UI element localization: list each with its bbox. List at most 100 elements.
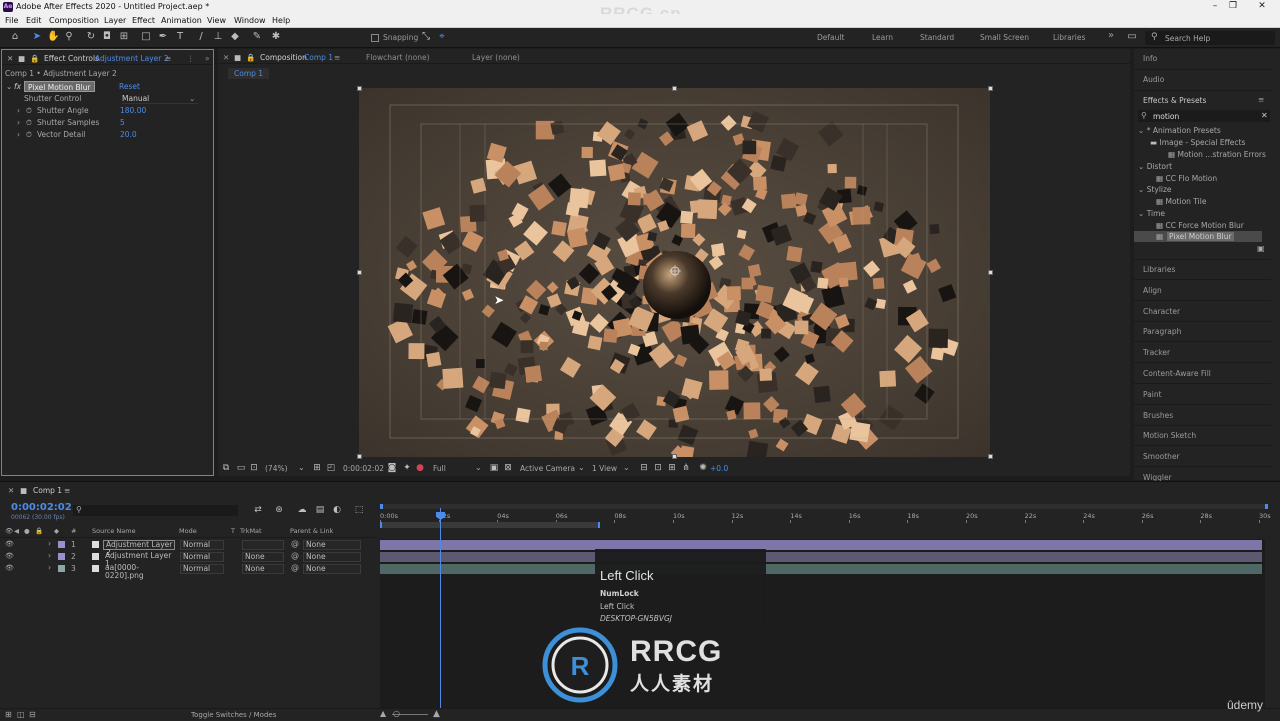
panel-character[interactable]: Character: [1143, 307, 1180, 316]
clear-search-icon[interactable]: ✕: [1261, 111, 1268, 120]
flowchart-icon[interactable]: ⋔: [680, 462, 692, 474]
reset-link[interactable]: Reset: [119, 82, 140, 91]
transfer-controls-icon[interactable]: ◫: [17, 710, 25, 719]
timeline-search-field[interactable]: ⚲: [73, 505, 238, 516]
shy-icon[interactable]: ☁: [296, 504, 308, 516]
fx-toggle[interactable]: fx: [14, 82, 21, 91]
effects-search-field[interactable]: ⚲ motion ✕: [1138, 110, 1270, 122]
tree-item-selected[interactable]: ▦ Pixel Motion Blur: [1134, 231, 1262, 242]
panel-audio[interactable]: Audio: [1143, 75, 1164, 84]
panel-align[interactable]: Align: [1143, 286, 1162, 295]
minimize-button[interactable]: –: [1205, 1, 1225, 11]
panel-libraries[interactable]: Libraries: [1143, 265, 1175, 274]
chevron-right-icon[interactable]: ›: [17, 130, 20, 139]
transform-handle[interactable]: [357, 86, 362, 91]
tree-item[interactable]: ▬ Image - Special Effects: [1150, 138, 1245, 147]
shutter-control-dropdown[interactable]: Manual: [122, 94, 198, 104]
camera-dropdown[interactable]: Active Camera: [520, 464, 575, 473]
playhead[interactable]: [440, 508, 441, 720]
panel-effects-presets[interactable]: Effects & Presets: [1143, 96, 1206, 105]
menu-composition[interactable]: Composition: [49, 16, 99, 25]
mask-icon[interactable]: ◰: [325, 462, 337, 474]
selection-tool-icon[interactable]: ➤: [31, 31, 43, 43]
parent-dropdown[interactable]: None: [303, 540, 361, 550]
tree-item[interactable]: ⌄ Distort: [1138, 162, 1172, 171]
new-folder-icon[interactable]: ▣: [1257, 244, 1265, 253]
label-color-swatch[interactable]: [58, 553, 65, 560]
tab-composition[interactable]: Composition: [260, 53, 307, 62]
transform-handle[interactable]: [672, 454, 677, 459]
exposure-reset-icon[interactable]: ✺: [697, 462, 709, 474]
transform-handle[interactable]: [988, 270, 993, 275]
eye-icon[interactable]: 👁: [5, 552, 14, 560]
workspace-learn[interactable]: Learn: [872, 33, 893, 42]
panel-paragraph[interactable]: Paragraph: [1143, 327, 1181, 336]
in-out-icon[interactable]: ⊟: [29, 710, 36, 719]
maximize-button[interactable]: ❐: [1223, 1, 1243, 11]
chevron-right-icon[interactable]: ›: [48, 551, 51, 560]
mask-visibility-icon[interactable]: ▭: [235, 462, 247, 474]
panel-menu-icon[interactable]: ■: [234, 53, 241, 62]
layer-bar[interactable]: [380, 552, 1262, 562]
chevron-down-icon[interactable]: ⌄: [298, 463, 305, 472]
tree-item[interactable]: ▦ CC Flo Motion: [1156, 174, 1217, 183]
chevron-down-icon[interactable]: ⌄: [475, 463, 482, 472]
toggle-switches-modes[interactable]: Toggle Switches / Modes: [191, 711, 276, 719]
close-panel-icon[interactable]: ✕: [7, 54, 13, 63]
pickwhip-icon[interactable]: @: [291, 539, 299, 548]
trkmat-dropdown[interactable]: [242, 540, 284, 550]
tab-timeline-comp[interactable]: Comp 1: [33, 486, 62, 495]
lock-icon[interactable]: 🔒: [35, 527, 43, 535]
current-time-display[interactable]: 0:00:02:02: [343, 464, 384, 473]
snap-icon[interactable]: ⤡: [420, 31, 432, 43]
shutter-samples-value[interactable]: 5: [120, 118, 125, 127]
panel-info[interactable]: Info: [1143, 54, 1157, 63]
menu-file[interactable]: File: [5, 16, 18, 25]
panel-menu-icon[interactable]: ■: [18, 54, 25, 63]
menu-view[interactable]: View: [207, 16, 226, 25]
fast-previews-icon[interactable]: ⊡: [652, 462, 664, 474]
hamburger-icon[interactable]: ≡: [1258, 95, 1264, 104]
solo-icon[interactable]: ●: [24, 527, 30, 535]
menu-effect[interactable]: Effect: [132, 16, 155, 25]
workspace-standard[interactable]: Standard: [920, 33, 954, 42]
layer-row[interactable]: 👁 › 3 aa[0000-0220].png Normal None @ None: [0, 563, 377, 580]
motion-blur-icon[interactable]: ◐: [331, 504, 343, 516]
view-layout-dropdown[interactable]: 1 View: [592, 464, 617, 473]
search-help-field[interactable]: ⚲ Search Help: [1145, 31, 1275, 45]
lock-icon[interactable]: 🔒: [246, 53, 255, 62]
show-snapshot-icon[interactable]: ✦: [401, 462, 413, 474]
transform-handle[interactable]: [988, 454, 993, 459]
tree-item[interactable]: ⌄ * Animation Presets: [1138, 126, 1221, 135]
layer-switches-icon[interactable]: ⊞: [5, 710, 12, 719]
ram-preview-icon[interactable]: ⊡: [248, 462, 260, 474]
stopwatch-icon[interactable]: ⏱: [26, 130, 32, 140]
layer-row[interactable]: 👁 › 1 Adjustment Layer 2 Normal @ None: [0, 539, 377, 557]
tab-effect-controls[interactable]: Effect Controls: [44, 54, 99, 63]
time-ruler[interactable]: 0:00s02s04s06s08s10s12s14s16s18s20s22s24…: [380, 504, 1271, 528]
label-icon[interactable]: ◆: [54, 527, 59, 535]
workspace-panel-icon[interactable]: ▭: [1126, 31, 1138, 43]
workspace-default[interactable]: Default: [817, 33, 844, 42]
chevron-down-icon[interactable]: ⌄: [623, 463, 630, 472]
camera-tool-icon[interactable]: ◘: [101, 31, 113, 43]
layer-name[interactable]: aa[0000-0220].png: [103, 564, 175, 580]
chevron-right-icon[interactable]: ›: [48, 563, 51, 572]
zoom-in-icon[interactable]: ▲: [433, 709, 440, 719]
puppet-tool-icon[interactable]: ✱: [270, 31, 282, 43]
transform-handle[interactable]: [988, 86, 993, 91]
panel-smoother[interactable]: Smoother: [1143, 452, 1180, 461]
layer-name[interactable]: Adjustment Layer 2: [103, 540, 175, 557]
transparency-grid-icon[interactable]: ⊠: [502, 462, 514, 474]
hamburger-icon[interactable]: ≡: [64, 486, 70, 495]
rectangle-tool-icon[interactable]: □: [140, 31, 152, 43]
rotate-tool-icon[interactable]: ↻: [85, 31, 97, 43]
expand-chevron-icon[interactable]: ⌄: [6, 82, 12, 91]
panel-tracker[interactable]: Tracker: [1143, 348, 1170, 357]
tab-layer[interactable]: Layer (none): [472, 53, 520, 62]
menu-help[interactable]: Help: [272, 16, 290, 25]
more-workspaces-icon[interactable]: »: [1108, 30, 1114, 41]
blend-mode-dropdown[interactable]: Normal: [180, 552, 224, 562]
navigator-handles[interactable]: [380, 504, 1268, 509]
hamburger-icon[interactable]: ≡: [165, 54, 171, 63]
